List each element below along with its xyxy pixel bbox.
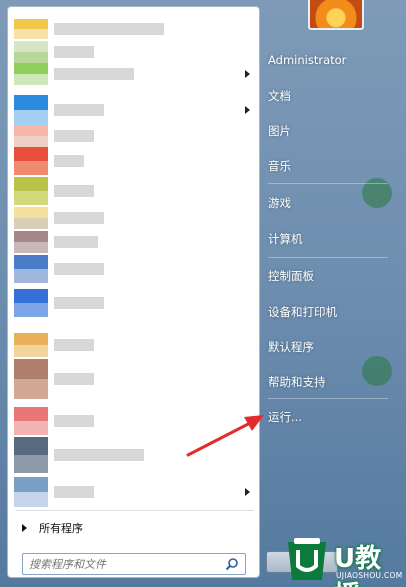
program-icon <box>14 63 48 85</box>
program-item[interactable] <box>14 19 254 39</box>
program-icon <box>14 289 48 317</box>
program-item[interactable] <box>14 207 254 229</box>
program-icon <box>14 125 48 147</box>
program-item[interactable] <box>14 359 254 399</box>
program-label-blurred <box>54 449 144 461</box>
program-label-blurred <box>54 212 104 224</box>
right-pane-separator <box>268 257 388 258</box>
program-icon <box>14 477 48 507</box>
programs-divider <box>16 510 254 511</box>
program-item[interactable] <box>14 63 254 85</box>
program-icon <box>14 407 48 435</box>
submenu-arrow-icon <box>245 488 250 496</box>
program-label-blurred <box>54 155 84 167</box>
start-menu-programs-panel: 所有程序 <box>7 6 260 578</box>
right-item-run[interactable]: 运行... <box>268 409 302 425</box>
right-item-default-programs[interactable]: 默认程序 <box>268 339 314 355</box>
right-item-administrator[interactable]: Administrator <box>268 53 346 67</box>
program-label-blurred <box>54 415 94 427</box>
expand-arrow-icon <box>22 524 27 532</box>
program-label-blurred <box>54 297 104 309</box>
program-label-blurred <box>54 104 104 116</box>
program-item[interactable] <box>14 177 254 205</box>
submenu-arrow-icon <box>245 70 250 78</box>
watermark-logo-icon <box>288 538 326 580</box>
right-pane-separator <box>268 398 388 399</box>
search-box[interactable] <box>22 553 246 575</box>
program-icon <box>14 41 48 63</box>
right-item-pictures[interactable]: 图片 <box>268 123 291 139</box>
right-item-computer[interactable]: 计算机 <box>268 231 303 247</box>
program-item[interactable] <box>14 477 254 507</box>
right-pane-separator <box>268 183 388 184</box>
program-label-blurred <box>54 486 94 498</box>
program-item[interactable] <box>14 125 254 147</box>
program-item[interactable] <box>14 41 254 63</box>
program-icon <box>14 437 48 473</box>
watermark-url: UJIAOSHOU.COM <box>336 571 403 580</box>
all-programs-button[interactable]: 所有程序 <box>14 517 254 539</box>
program-icon <box>14 177 48 205</box>
program-icon <box>14 95 48 125</box>
program-label-blurred <box>54 185 94 197</box>
program-item[interactable] <box>14 231 254 253</box>
program-item[interactable] <box>14 289 254 317</box>
program-icon <box>14 147 48 175</box>
program-label-blurred <box>54 130 94 142</box>
user-avatar[interactable] <box>308 0 364 30</box>
all-programs-label: 所有程序 <box>39 522 83 535</box>
program-label-blurred <box>54 339 94 351</box>
program-item[interactable] <box>14 147 254 175</box>
program-label-blurred <box>54 23 164 35</box>
search-input[interactable] <box>29 557 225 571</box>
program-icon <box>14 333 48 357</box>
program-label-blurred <box>54 68 134 80</box>
submenu-arrow-icon <box>245 106 250 114</box>
program-item[interactable] <box>14 333 254 357</box>
desktop-icon-ghost <box>362 356 392 386</box>
right-item-help-and-support[interactable]: 帮助和支持 <box>268 374 326 390</box>
program-item[interactable] <box>14 255 254 283</box>
right-item-documents[interactable]: 文档 <box>268 88 291 104</box>
search-icon[interactable] <box>225 557 239 571</box>
program-icon <box>14 255 48 283</box>
program-icon <box>14 207 48 229</box>
program-icon <box>14 231 48 253</box>
right-item-control-panel[interactable]: 控制面板 <box>268 268 314 284</box>
program-label-blurred <box>54 46 94 58</box>
annotation-arrow-icon <box>186 415 264 457</box>
program-label-blurred <box>54 236 98 248</box>
right-item-music[interactable]: 音乐 <box>268 158 291 174</box>
program-icon <box>14 359 48 399</box>
program-icon <box>14 19 48 39</box>
program-label-blurred <box>54 263 104 275</box>
program-item[interactable] <box>14 95 254 125</box>
program-label-blurred <box>54 373 94 385</box>
right-item-games[interactable]: 游戏 <box>268 195 291 211</box>
right-item-devices-and-printers[interactable]: 设备和打印机 <box>268 304 337 320</box>
